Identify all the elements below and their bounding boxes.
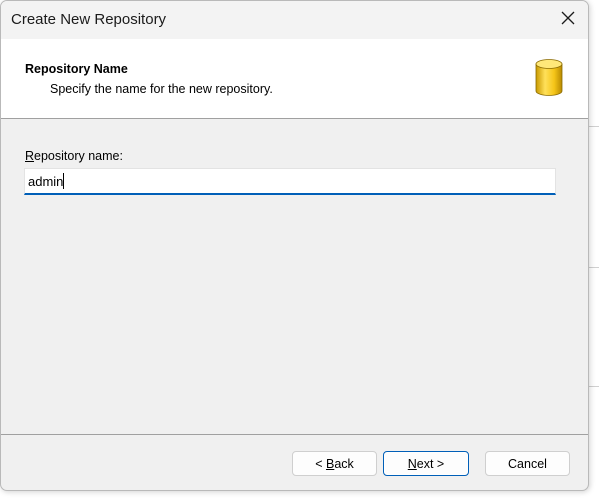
background-divider — [589, 126, 599, 127]
close-button[interactable] — [548, 1, 588, 39]
page-subtitle: Specify the name for the new repository. — [50, 82, 273, 96]
background-edge — [590, 0, 599, 501]
footer-separator — [1, 434, 588, 435]
repository-name-label: Repository name: — [25, 149, 123, 163]
repository-name-input-wrap — [24, 168, 556, 195]
label-text: epository name: — [34, 149, 123, 163]
background-divider — [589, 267, 599, 268]
title-bar: Create New Repository — [1, 1, 588, 39]
back-button-label: ack — [334, 456, 354, 471]
text-caret — [63, 173, 64, 189]
cancel-button[interactable]: Cancel — [485, 451, 570, 476]
background-divider — [589, 386, 599, 387]
back-button-prefix: < — [315, 456, 326, 471]
page-title: Repository Name — [25, 62, 128, 76]
back-button-key: B — [325, 456, 335, 471]
create-repository-dialog: Create New Repository Repository Name Sp… — [0, 0, 589, 491]
wizard-header: Repository Name Specify the name for the… — [1, 39, 588, 119]
close-icon — [561, 11, 575, 30]
next-button-label: ext > — [416, 456, 445, 471]
label-access-key: R — [25, 149, 35, 163]
back-button[interactable]: < Back — [292, 451, 377, 476]
next-button[interactable]: Next > — [383, 451, 469, 476]
next-button-key: N — [407, 456, 417, 471]
database-icon — [534, 58, 564, 98]
dialog-title: Create New Repository — [11, 11, 167, 28]
repository-name-input[interactable] — [25, 169, 555, 193]
